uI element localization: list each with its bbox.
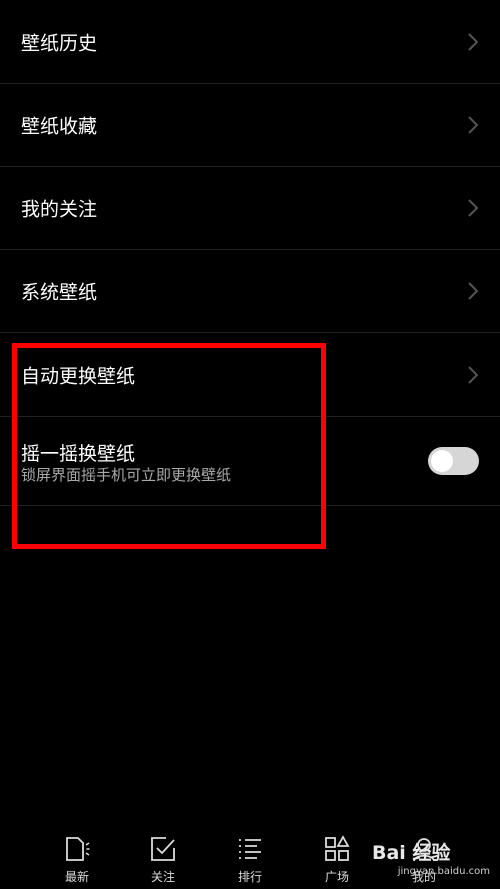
- tab-latest[interactable]: 最新: [47, 835, 107, 885]
- chevron-right-icon: [468, 282, 478, 300]
- menu-item-system-wallpaper[interactable]: 系统壁纸: [0, 250, 500, 333]
- menu-item-label: 壁纸历史: [21, 32, 98, 54]
- menu-item-wallpaper-history[interactable]: 壁纸历史: [0, 0, 500, 84]
- grid-icon: [325, 835, 350, 861]
- tab-label: 排行: [237, 870, 262, 884]
- annotation-highlight-box: [12, 343, 326, 549]
- watermark-brand: Bai 经验: [372, 842, 451, 864]
- chevron-right-icon: [468, 116, 478, 134]
- tab-label: 广场: [324, 870, 349, 884]
- tab-follow[interactable]: 关注: [133, 835, 193, 885]
- list-icon: [239, 839, 261, 859]
- tab-label: 最新: [64, 870, 89, 884]
- tab-plaza[interactable]: 广场: [307, 835, 367, 885]
- chevron-right-icon: [468, 32, 478, 51]
- tab-label: 关注: [150, 870, 175, 884]
- toggle-knob: [431, 450, 453, 472]
- chevron-right-icon: [468, 199, 478, 217]
- menu-item-label: 壁纸收藏: [21, 115, 98, 138]
- checkbox-icon: [151, 837, 175, 861]
- tab-ranking[interactable]: 排行: [220, 835, 280, 885]
- menu-item-label: 我的关注: [21, 198, 98, 221]
- baidu-jingyan-watermark: Bai 经验 jingyan.baidu.com: [372, 838, 492, 884]
- menu-item-my-follows[interactable]: 我的关注: [0, 167, 500, 250]
- document-icon: [66, 837, 90, 861]
- chevron-right-icon: [468, 365, 478, 384]
- menu-item-wallpaper-favorites[interactable]: 壁纸收藏: [0, 84, 500, 167]
- watermark-url: jingyan.baidu.com: [397, 866, 490, 877]
- menu-item-label: 系统壁纸: [21, 281, 98, 304]
- shake-toggle[interactable]: [428, 447, 479, 475]
